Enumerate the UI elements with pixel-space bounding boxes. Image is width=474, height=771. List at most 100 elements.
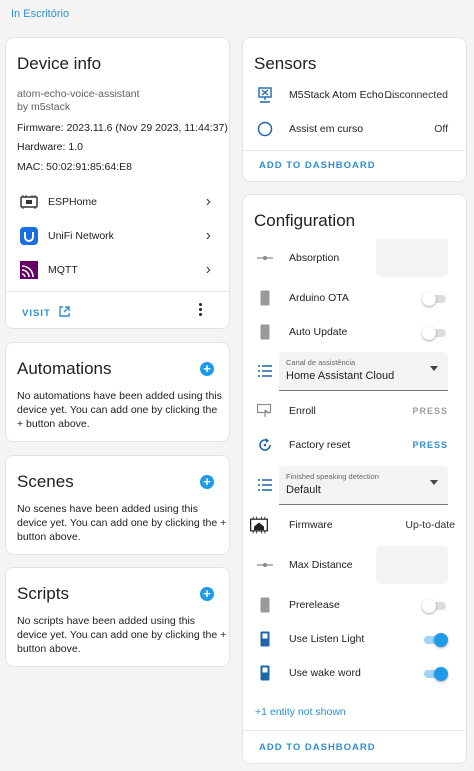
list-icon (255, 475, 275, 495)
device-manufacturer: by m5stack (17, 101, 71, 113)
wake-word-label: Use wake word (289, 667, 361, 679)
listen-light-row[interactable]: Use Listen Light (243, 622, 466, 656)
prerelease-row[interactable]: Prerelease (243, 588, 466, 622)
sensors-add-to-dashboard-button[interactable]: ADD TO DASHBOARD (259, 160, 376, 171)
sensor-label: Assist em curso (289, 123, 364, 135)
switch-icon (255, 322, 275, 342)
pipeline-select[interactable]: Canal de assistência Home Assistant Clou… (279, 352, 448, 391)
add-automation-button[interactable]: + (200, 362, 214, 376)
sensor-state: Off (434, 123, 448, 135)
divider (6, 291, 229, 292)
visit-label: VISIT (22, 307, 51, 319)
sensor-row[interactable]: Assist em curso Off (243, 112, 466, 146)
finished-speaking-label: Finished speaking detection (286, 472, 379, 481)
configuration-title: Configuration (254, 211, 356, 230)
sensors-card: Sensors M5Stack Atom Echo ... Disconnect… (242, 37, 467, 182)
prerelease-label: Prerelease (289, 599, 340, 611)
switch-icon (255, 595, 275, 615)
dropdown-arrow-icon (430, 480, 438, 485)
add-script-button[interactable]: + (200, 587, 214, 601)
wake-word-toggle[interactable] (422, 667, 448, 681)
auto-update-toggle[interactable] (422, 326, 448, 340)
listen-light-toggle[interactable] (422, 633, 448, 647)
device-model: atom-echo-voice-assistant (17, 88, 140, 100)
add-scene-button[interactable]: + (200, 475, 214, 489)
touch-icon (255, 401, 275, 421)
enroll-row: Enroll PRESS (243, 394, 466, 428)
mqtt-icon (19, 260, 39, 280)
list-icon (255, 361, 275, 381)
factory-reset-label: Factory reset (289, 439, 351, 451)
device-info-title: Device info (17, 54, 102, 73)
absorption-input[interactable] (376, 239, 448, 277)
enroll-label: Enroll (289, 405, 316, 417)
circle-outline-icon (255, 119, 275, 139)
enroll-press-button[interactable]: PRESS (412, 406, 448, 416)
auto-update-label: Auto Update (289, 326, 348, 338)
chevron-right-icon: › (205, 227, 211, 244)
network-icon (255, 85, 275, 105)
sensor-row[interactable]: M5Stack Atom Echo ... Disconnected (243, 78, 466, 112)
breadcrumb[interactable]: In Escritório (11, 8, 69, 20)
scripts-card: Scripts + No scripts have been added usi… (5, 567, 230, 667)
visit-link[interactable]: VISIT (22, 304, 70, 322)
scripts-title: Scripts (17, 584, 69, 603)
factory-reset-row: Factory reset PRESS (243, 428, 466, 462)
integration-mqtt[interactable]: MQTT › (6, 253, 229, 287)
configuration-card: Configuration Absorption Arduino OTA Aut… (242, 194, 467, 764)
esphome-icon (19, 192, 39, 212)
switch-icon (255, 663, 275, 683)
chevron-right-icon: › (205, 261, 211, 278)
firmware-label: Firmware (289, 519, 333, 531)
integration-unifi[interactable]: UniFi Network › (6, 219, 229, 253)
dropdown-arrow-icon (430, 366, 438, 371)
scenes-card: Scenes + No scenes have been added using… (5, 455, 230, 555)
arduino-ota-label: Arduino OTA (289, 292, 349, 304)
finished-speaking-value: Default (286, 484, 321, 496)
firmware-row[interactable]: Firmware Up-to-date (243, 508, 466, 542)
divider (243, 730, 466, 731)
arduino-ota-row[interactable]: Arduino OTA (243, 281, 466, 315)
more-menu-icon[interactable] (199, 302, 203, 316)
max-distance-input[interactable] (376, 546, 448, 584)
restart-icon (255, 435, 275, 455)
absorption-label: Absorption (289, 252, 340, 264)
automations-card: Automations + No automations have been a… (5, 342, 230, 442)
pipeline-select-value: Home Assistant Cloud (286, 370, 395, 382)
mac-info: MAC: 50:02:91:85:64:E8 (17, 161, 132, 173)
sensor-label: M5Stack Atom Echo ... (289, 89, 396, 101)
sensor-state: Disconnected (384, 89, 448, 101)
divider (243, 150, 466, 151)
firmware-state: Up-to-date (405, 519, 455, 531)
chevron-right-icon: › (205, 193, 211, 210)
scripts-empty-text: No scripts have been added using this de… (17, 615, 227, 655)
automations-title: Automations (17, 359, 112, 378)
finished-speaking-select[interactable]: Finished speaking detection Default (279, 466, 448, 505)
integration-esphome[interactable]: ESPHome › (6, 185, 229, 219)
scenes-empty-text: No scenes have been added using this dev… (17, 503, 227, 543)
prerelease-toggle[interactable] (422, 599, 448, 613)
config-add-to-dashboard-button[interactable]: ADD TO DASHBOARD (259, 742, 376, 753)
pipeline-select-label: Canal de assistência (286, 358, 356, 367)
device-info-card: Device info atom-echo-voice-assistant by… (5, 37, 230, 329)
max-distance-label: Max Distance (289, 559, 353, 571)
integration-label: MQTT (48, 264, 78, 276)
wake-word-row[interactable]: Use wake word (243, 656, 466, 690)
listen-light-label: Use Listen Light (289, 633, 365, 645)
auto-update-row[interactable]: Auto Update (243, 315, 466, 349)
arduino-ota-toggle[interactable] (422, 292, 448, 306)
scenes-title: Scenes (17, 472, 74, 491)
switch-icon (255, 629, 275, 649)
switch-icon (255, 288, 275, 308)
sensors-title: Sensors (254, 54, 317, 73)
firmware-chip-icon (249, 515, 269, 535)
hidden-entities-link[interactable]: +1 entity not shown (255, 706, 346, 718)
integration-label: UniFi Network (48, 230, 114, 242)
hardware-info: Hardware: 1.0 (17, 141, 83, 153)
factory-reset-press-button[interactable]: PRESS (412, 440, 448, 450)
automations-empty-text: No automations have been added using thi… (17, 390, 222, 430)
slider-icon (255, 555, 275, 575)
integration-label: ESPHome (48, 196, 98, 208)
slider-icon (255, 248, 275, 268)
open-in-new-icon (59, 304, 70, 322)
